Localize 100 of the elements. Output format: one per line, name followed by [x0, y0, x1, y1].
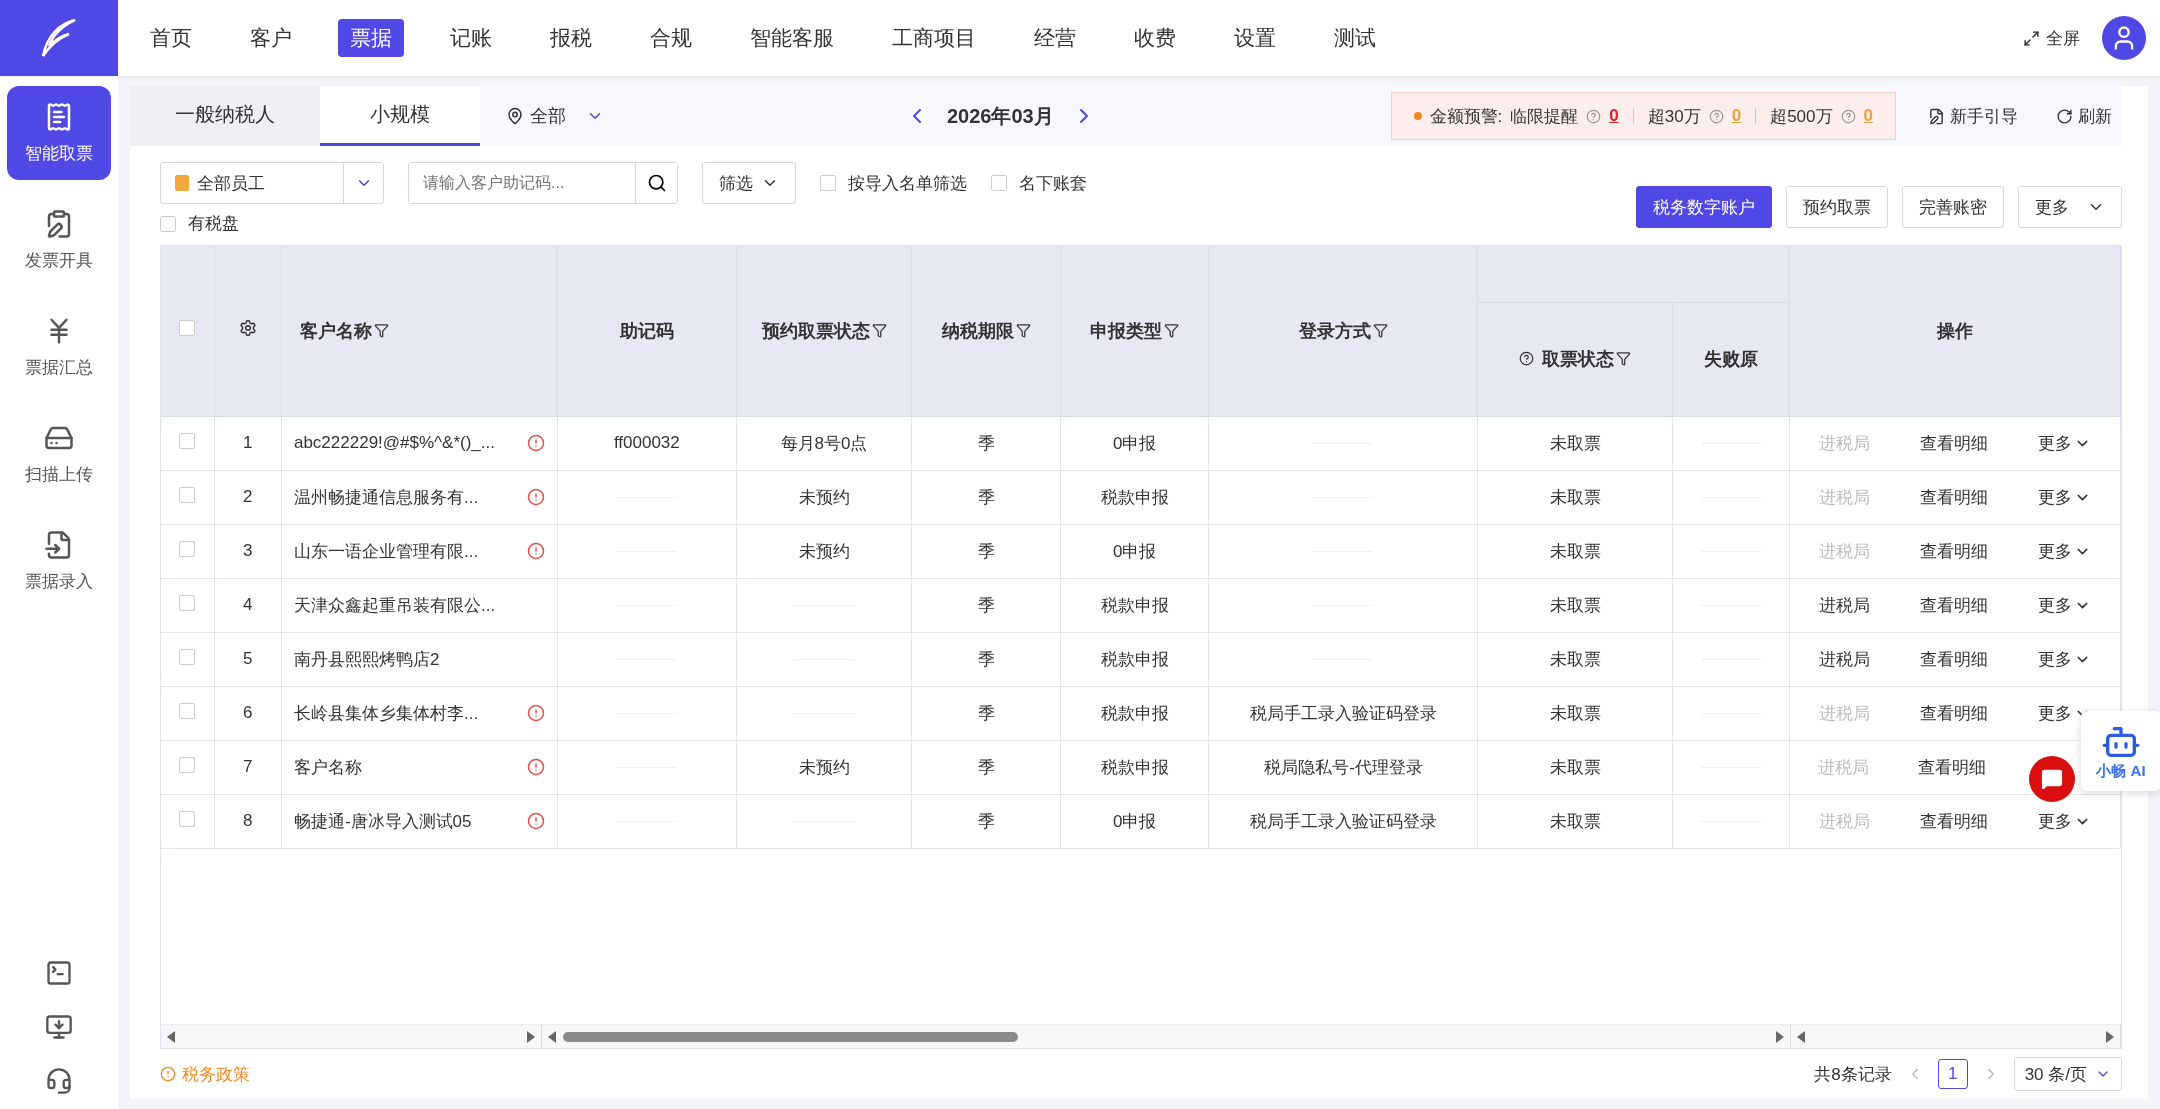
nav-item[interactable]: 收费	[1122, 19, 1188, 57]
more-link[interactable]: 更多	[2037, 431, 2091, 455]
tab[interactable]: 一般纳税人	[130, 86, 320, 146]
row-checkbox[interactable]	[179, 432, 196, 449]
action-button[interactable]: 税务数字账户	[1636, 186, 1772, 228]
headset-icon[interactable]	[45, 1067, 73, 1095]
nav-item[interactable]: 经营	[1022, 19, 1088, 57]
more-link[interactable]: 更多	[2037, 647, 2091, 671]
location-dropdown[interactable]: 全部	[500, 103, 610, 129]
customer-name: 山东一语企业管理有限...	[293, 540, 479, 563]
nav-item[interactable]: 测试	[1322, 19, 1388, 57]
page-button[interactable]: 1	[1937, 1059, 1968, 1089]
row-checkbox[interactable]	[179, 486, 196, 503]
table-cell: 未取票	[1478, 524, 1673, 578]
view-detail-link[interactable]: 查看明细	[1919, 701, 1988, 725]
table-cell: 4	[214, 578, 282, 632]
settings-icon[interactable]	[238, 319, 257, 338]
scroll-left-icon[interactable]	[548, 1030, 557, 1043]
file-pen-icon	[1928, 107, 1945, 125]
filter-button[interactable]: 筛选	[702, 162, 796, 204]
view-detail-link[interactable]: 查看明细	[1919, 539, 1988, 563]
filter-icon[interactable]	[871, 323, 887, 339]
monitor-download-icon[interactable]	[45, 1013, 73, 1041]
table-cell: 7	[214, 740, 282, 794]
sidebar-item[interactable]: 票据录入	[7, 514, 111, 608]
row-checkbox[interactable]	[179, 540, 196, 557]
filter-icon[interactable]	[373, 323, 389, 339]
nav-item[interactable]: 首页	[138, 19, 204, 57]
view-detail-link[interactable]: 查看明细	[1919, 593, 1988, 617]
select-all-checkbox[interactable]	[179, 320, 196, 337]
alert-icon	[160, 1066, 176, 1082]
fullscreen-button[interactable]: 全屏	[2017, 25, 2086, 51]
customer-name: 天津众鑫起重吊装有限公...	[293, 594, 496, 617]
checkbox-label: 有税盘	[188, 213, 239, 235]
row-checkbox[interactable]	[179, 756, 196, 773]
nav-item[interactable]: 票据	[338, 19, 404, 57]
sidebar-item[interactable]: 扫描上传	[7, 407, 111, 501]
nav-item[interactable]: 工商项目	[880, 19, 988, 57]
nav-item[interactable]: 报税	[538, 19, 604, 57]
alert-count[interactable]: 0	[1609, 106, 1619, 126]
filter-icon[interactable]	[1015, 323, 1031, 339]
table-cell: 未取票	[1478, 794, 1673, 848]
horizontal-scrollbar[interactable]	[161, 1024, 2121, 1048]
view-detail-link[interactable]: 查看明细	[1919, 431, 1988, 455]
row-checkbox[interactable]	[179, 594, 196, 611]
checkbox[interactable]	[820, 175, 836, 191]
row-checkbox[interactable]	[179, 702, 196, 719]
sidebar-item[interactable]: 发票开具	[7, 193, 111, 287]
view-detail-link[interactable]: 查看明细	[1919, 809, 1988, 833]
nav-item[interactable]: 记账	[438, 19, 504, 57]
help-icon	[1840, 108, 1856, 124]
scroll-left-icon[interactable]	[1797, 1030, 1806, 1043]
more-button[interactable]: 更多	[2018, 186, 2122, 228]
scroll-right-icon[interactable]	[526, 1030, 535, 1043]
action-button[interactable]: 预约取票	[1786, 186, 1888, 228]
more-link[interactable]: 更多	[2037, 593, 2091, 617]
terminal-icon[interactable]	[45, 959, 73, 987]
tab[interactable]: 小规模	[320, 86, 480, 146]
avatar-icon[interactable]	[2102, 16, 2146, 60]
more-link[interactable]: 更多	[2037, 809, 2091, 833]
checkbox[interactable]	[160, 215, 176, 232]
action-button[interactable]: 完善账密	[1902, 186, 2004, 228]
view-detail-link[interactable]: 查看明细	[1919, 485, 1988, 509]
filter-icon[interactable]	[1616, 351, 1632, 367]
checkbox[interactable]	[991, 175, 1007, 191]
view-detail-link[interactable]: 查看明细	[1918, 755, 1987, 779]
nav-item[interactable]: 合规	[638, 19, 704, 57]
assistant-widget[interactable]: 小畅 AI	[2081, 711, 2160, 791]
table-cell: 季	[911, 416, 1061, 470]
chat-button[interactable]	[2029, 756, 2075, 802]
scroll-right-icon[interactable]	[2105, 1030, 2114, 1043]
sidebar-item[interactable]: 票据汇总	[7, 300, 111, 394]
sidebar-item[interactable]: 智能取票	[7, 86, 111, 180]
table-cell: 未预约	[736, 470, 912, 524]
search-field[interactable]: 请输入客户助记码...	[408, 162, 678, 204]
staff-select[interactable]: 全部员工	[160, 162, 384, 204]
scroll-right-icon[interactable]	[1775, 1030, 1784, 1043]
table-cell: 6	[214, 686, 282, 740]
nav-item[interactable]: 设置	[1222, 19, 1288, 57]
table-cell: 税款申报	[1060, 578, 1209, 632]
table-cell: 季	[911, 578, 1061, 632]
guide-button[interactable]: 新手引导	[1922, 103, 2024, 129]
row-checkbox[interactable]	[179, 648, 196, 665]
column-header: 预约取票状态	[761, 319, 870, 343]
refresh-button[interactable]: 刷新	[2050, 103, 2118, 129]
table-cell: 税款申报	[1060, 632, 1209, 686]
enter-bureau-link[interactable]: 进税局	[1818, 647, 1870, 671]
row-checkbox[interactable]	[179, 810, 196, 827]
search-button[interactable]	[635, 163, 677, 203]
nav-item[interactable]: 智能客服	[738, 19, 846, 57]
filter-icon[interactable]	[1372, 323, 1388, 339]
scroll-left-icon[interactable]	[167, 1030, 176, 1043]
table-cell: 税款申报	[1060, 470, 1209, 524]
more-link[interactable]: 更多	[2037, 485, 2091, 509]
page-size-select[interactable]: 30 条/页	[2013, 1057, 2122, 1091]
filter-icon[interactable]	[1164, 323, 1180, 339]
view-detail-link[interactable]: 查看明细	[1919, 647, 1988, 671]
enter-bureau-link[interactable]: 进税局	[1818, 593, 1870, 617]
nav-item[interactable]: 客户	[238, 19, 304, 57]
more-link[interactable]: 更多	[2037, 539, 2091, 563]
